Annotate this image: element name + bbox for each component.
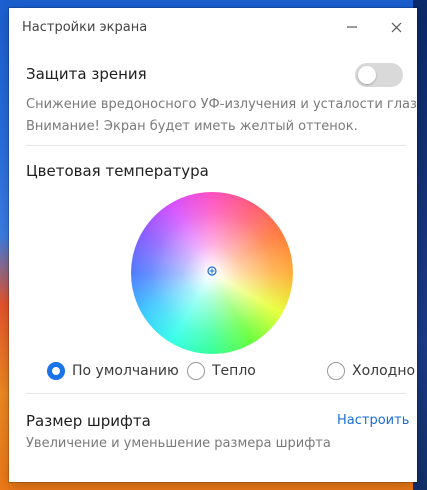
- eye-protection-description: Снижение вредоносного УФ-излучения и уст…: [26, 97, 417, 112]
- font-size-description: Увеличение и уменьшение размера шрифта: [26, 436, 331, 451]
- eye-protection-label: Защита зрения: [26, 65, 147, 83]
- title-bar: Настройки экрана: [9, 8, 417, 48]
- toggle-knob: [358, 66, 376, 84]
- radio-warm-circle[interactable]: [187, 362, 205, 380]
- eye-protection-warning: Внимание! Экран будет иметь желтый оттен…: [26, 119, 358, 134]
- divider: [26, 393, 406, 394]
- radio-warm[interactable]: Тепло: [187, 362, 256, 380]
- minimize-button[interactable]: [337, 14, 367, 40]
- radio-default[interactable]: По умолчанию: [47, 362, 179, 380]
- divider: [26, 145, 406, 146]
- screen-settings-dialog: Настройки экрана Защита зрения Снижение …: [9, 8, 417, 482]
- radio-default-circle[interactable]: [47, 362, 65, 380]
- close-icon: [391, 22, 401, 32]
- crosshair-icon[interactable]: [207, 266, 217, 276]
- radio-cold-circle[interactable]: [327, 362, 345, 380]
- desktop-background: Настройки экрана Защита зрения Снижение …: [0, 0, 427, 490]
- radio-warm-label: Тепло: [212, 363, 256, 379]
- font-size-configure-link[interactable]: Настроить: [337, 413, 409, 428]
- eye-protection-toggle[interactable]: [355, 63, 403, 87]
- minimize-icon: [347, 26, 357, 28]
- color-temperature-label: Цветовая температура: [26, 162, 209, 180]
- close-button[interactable]: [381, 14, 411, 40]
- radio-default-label: По умолчанию: [72, 363, 179, 379]
- font-size-label: Размер шрифта: [26, 412, 151, 430]
- radio-cold-label: Холодно: [352, 363, 416, 379]
- radio-cold[interactable]: Холодно: [327, 362, 415, 380]
- window-title: Настройки экрана: [22, 20, 148, 35]
